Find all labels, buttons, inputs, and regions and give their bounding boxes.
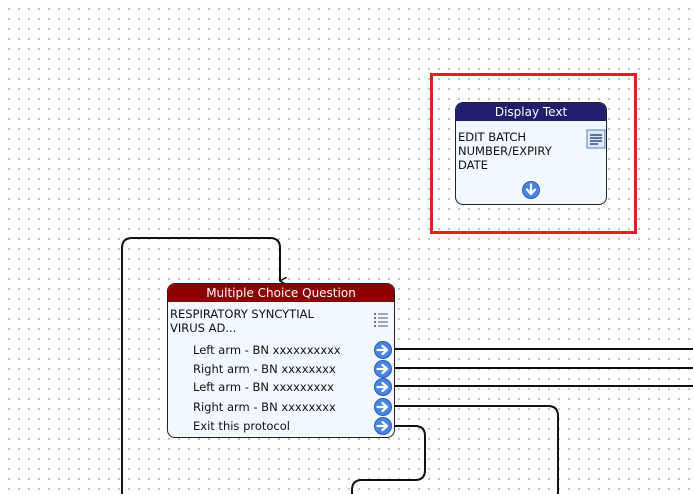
list-icon[interactable]	[373, 311, 389, 333]
text-document-icon[interactable]	[586, 129, 606, 153]
node-text: EDIT BATCH NUMBER/EXPIRY DATE	[458, 130, 552, 172]
node-text: RESPIRATORY SYNCYTIAL VIRUS AD...	[170, 307, 314, 335]
node-title: Multiple Choice Question	[168, 284, 394, 302]
next-step-down-arrow-icon[interactable]	[522, 181, 540, 199]
node-title: Display Text	[456, 103, 606, 121]
option-label: Exit this protocol	[193, 419, 290, 433]
multiple-choice-question-node[interactable]: Multiple Choice Question RESPIRATORY SYN…	[167, 283, 395, 438]
option-label: Left arm - BN xxxxxxxxx	[193, 380, 334, 394]
exit-right-arrow-icon[interactable]	[374, 417, 392, 435]
option-4-right-arrow-icon[interactable]	[374, 398, 392, 416]
option-label: Left arm - BN xxxxxxxxxx	[193, 343, 341, 357]
option-3-right-arrow-icon[interactable]	[374, 378, 392, 396]
option-label: Right arm - BN xxxxxxxx	[193, 400, 336, 414]
option-1-right-arrow-icon[interactable]	[374, 341, 392, 359]
option-2-right-arrow-icon[interactable]	[374, 360, 392, 378]
display-text-node[interactable]: Display Text EDIT BATCH NUMBER/EXPIRY DA…	[455, 102, 607, 205]
option-label: Right arm - BN xxxxxxxx	[193, 362, 336, 376]
